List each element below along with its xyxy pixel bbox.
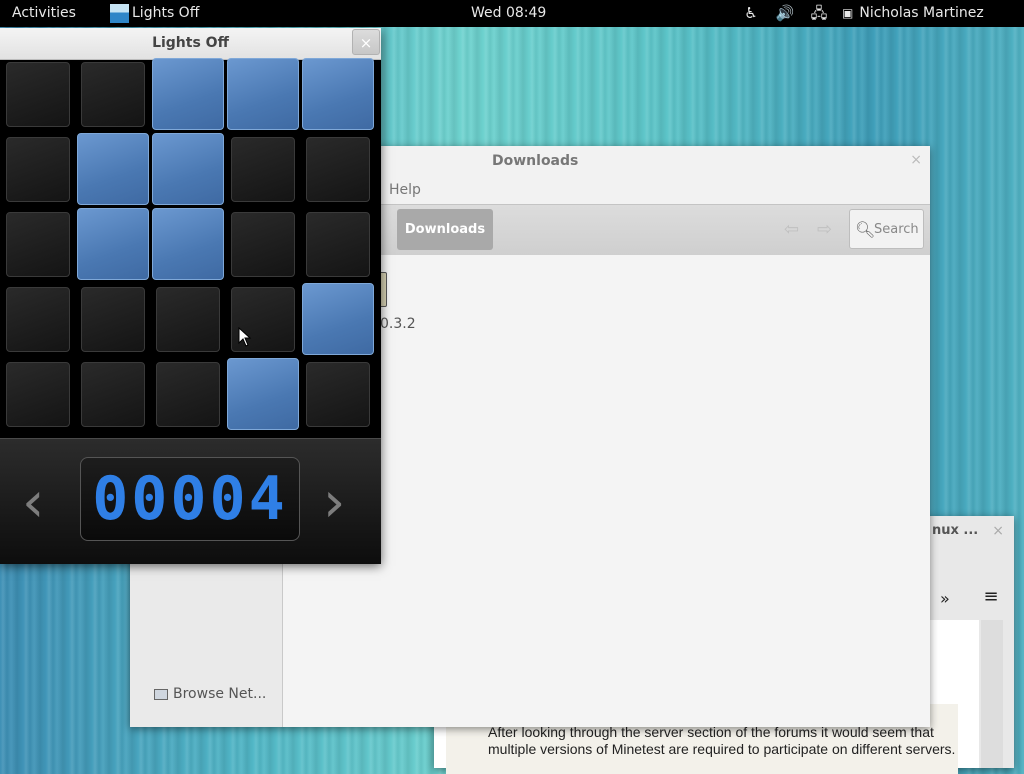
light-cell-r2-c5-off[interactable] bbox=[306, 137, 370, 202]
game-board bbox=[6, 58, 379, 437]
post-text: After looking through the server section… bbox=[488, 724, 956, 757]
light-cell-r5-c4-on[interactable] bbox=[227, 358, 299, 430]
volume-icon[interactable]: 🔊 bbox=[774, 0, 796, 27]
lights-off-title: Lights Off bbox=[152, 35, 229, 51]
back-arrow-icon[interactable]: ⇦ bbox=[784, 219, 799, 240]
light-cell-r2-c3-on[interactable] bbox=[152, 133, 224, 205]
browser-more-button[interactable]: » bbox=[940, 589, 950, 608]
level-number: 00004 bbox=[92, 464, 288, 534]
light-cell-r3-c3-on[interactable] bbox=[152, 208, 224, 280]
activities-button[interactable]: Activities bbox=[12, 0, 76, 27]
browser-title: nux ... bbox=[932, 523, 979, 538]
files-title: Downloads bbox=[492, 153, 579, 169]
light-cell-r4-c3-off[interactable] bbox=[156, 287, 220, 352]
level-bar: ‹ 00004 › bbox=[0, 438, 381, 564]
light-cell-r1-c1-off[interactable] bbox=[6, 62, 70, 127]
app-menu[interactable]: Lights Off bbox=[110, 0, 199, 27]
user-name-label: Nicholas Martinez bbox=[859, 5, 984, 21]
user-menu[interactable]: ▣ Nicholas Martinez bbox=[842, 0, 984, 27]
network-icon[interactable]: 🖧 bbox=[808, 0, 830, 27]
light-cell-r1-c2-off[interactable] bbox=[81, 62, 145, 127]
light-cell-r3-c5-off[interactable] bbox=[306, 212, 370, 277]
browser-scrollbar[interactable] bbox=[981, 620, 1003, 768]
next-level-button[interactable]: › bbox=[323, 475, 345, 531]
lights-off-app-icon bbox=[110, 4, 129, 23]
browser-close-button[interactable]: × bbox=[992, 523, 1004, 539]
lights-off-titlebar[interactable]: Lights Off × bbox=[0, 28, 381, 60]
search-button[interactable]: 🔍︎ Search bbox=[849, 209, 924, 249]
light-cell-r4-c2-off[interactable] bbox=[81, 287, 145, 352]
light-cell-r5-c2-off[interactable] bbox=[81, 362, 145, 427]
sidebar-item-label: Browse Net... bbox=[173, 686, 267, 702]
path-button-downloads[interactable]: Downloads bbox=[397, 209, 493, 250]
level-display: 00004 bbox=[80, 457, 300, 541]
files-close-button[interactable]: × bbox=[910, 152, 922, 168]
previous-level-button[interactable]: ‹ bbox=[22, 475, 44, 531]
search-label: Search bbox=[874, 222, 919, 237]
forward-arrow-icon[interactable]: ⇨ bbox=[817, 219, 832, 240]
light-cell-r1-c3-on[interactable] bbox=[152, 58, 224, 130]
light-cell-r5-c5-off[interactable] bbox=[306, 362, 370, 427]
app-menu-label: Lights Off bbox=[132, 5, 200, 21]
search-icon: 🔍︎ bbox=[855, 220, 876, 239]
lights-off-close-button[interactable]: × bbox=[352, 29, 380, 55]
accessibility-icon[interactable]: ♿ bbox=[740, 0, 762, 27]
light-cell-r3-c1-off[interactable] bbox=[6, 212, 70, 277]
light-cell-r4-c5-on[interactable] bbox=[302, 283, 374, 355]
menu-help[interactable]: Help bbox=[389, 182, 421, 198]
clock[interactable]: Wed 08:49 bbox=[471, 0, 546, 27]
top-bar: Activities Lights Off Wed 08:49 ♿ 🔊 🖧 ▣ … bbox=[0, 0, 1024, 27]
light-cell-r4-c1-off[interactable] bbox=[6, 287, 70, 352]
sidebar-item-browse-network[interactable]: Browse Net... bbox=[154, 686, 266, 702]
network-icon bbox=[154, 688, 168, 700]
light-cell-r5-c3-off[interactable] bbox=[156, 362, 220, 427]
lights-off-window: Lights Off × ‹ 00004 › bbox=[0, 28, 381, 564]
mouse-pointer-icon bbox=[238, 327, 252, 347]
light-cell-r2-c1-off[interactable] bbox=[6, 137, 70, 202]
light-cell-r1-c5-on[interactable] bbox=[302, 58, 374, 130]
file-name-label[interactable]: 0.3.2 bbox=[380, 316, 416, 332]
light-cell-r2-c2-on[interactable] bbox=[77, 133, 149, 205]
light-cell-r5-c1-off[interactable] bbox=[6, 362, 70, 427]
light-cell-r1-c4-on[interactable] bbox=[227, 58, 299, 130]
status-tray: ♿ 🔊 🖧 ▣ Nicholas Martinez bbox=[740, 0, 984, 27]
light-cell-r3-c2-on[interactable] bbox=[77, 208, 149, 280]
light-cell-r2-c4-off[interactable] bbox=[231, 137, 295, 202]
browser-menu-button[interactable]: ≡ bbox=[979, 586, 1003, 610]
chat-status-icon: ▣ bbox=[842, 6, 854, 20]
light-cell-r3-c4-off[interactable] bbox=[231, 212, 295, 277]
